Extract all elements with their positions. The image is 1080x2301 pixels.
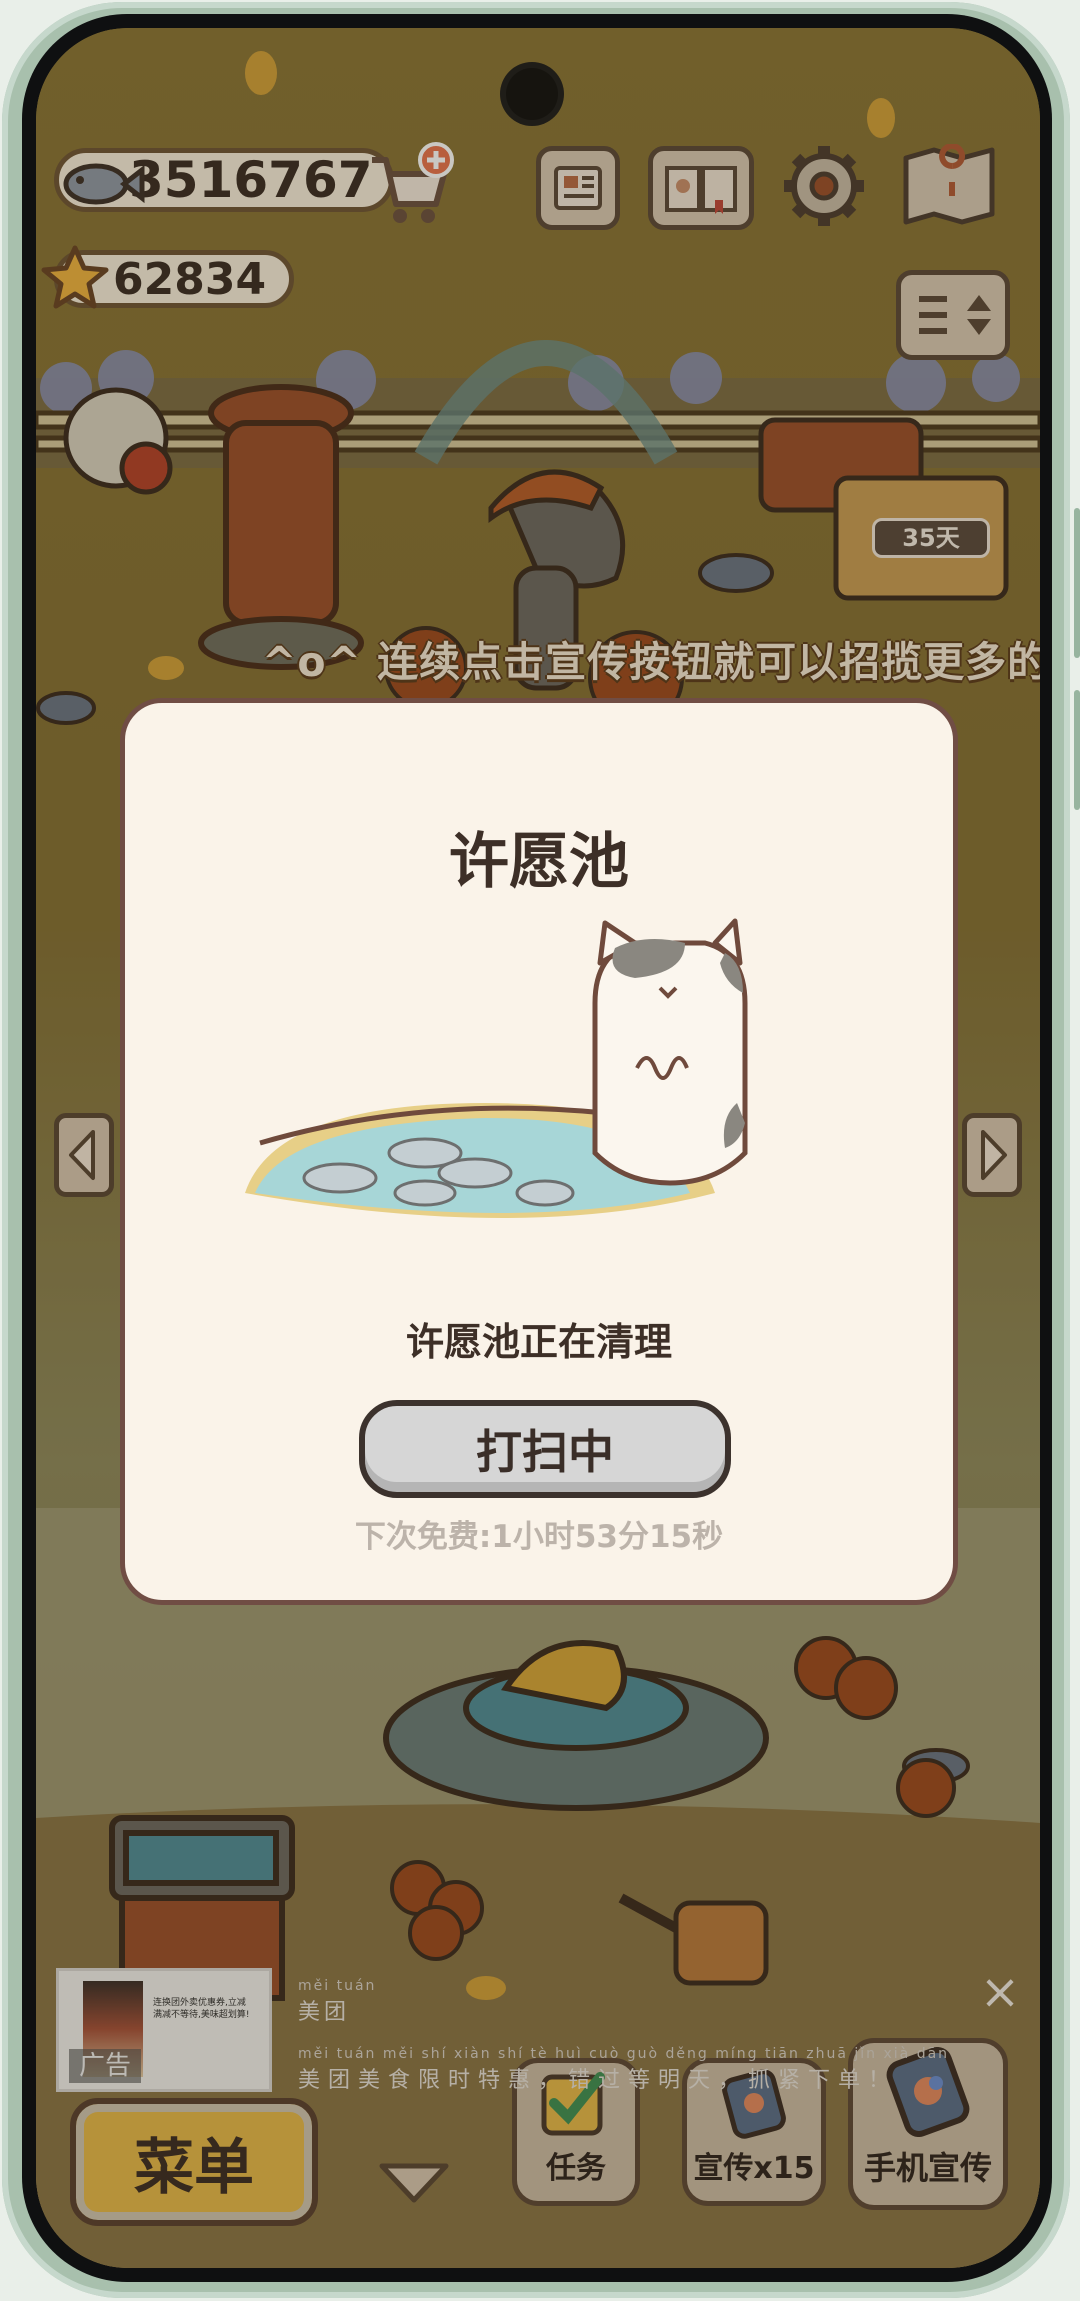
wishing-pool-dialog: 许愿池 许愿池正在清理 打扫中 下次免费:1小时53分15秒 bbox=[120, 698, 958, 1605]
dialog-status: 许愿池正在清理 bbox=[405, 1320, 672, 1364]
volume-button bbox=[1074, 508, 1080, 658]
cleaning-button-label: 打扫中 bbox=[476, 1425, 614, 1479]
free-timer: 下次免费:1小时53分15秒 bbox=[354, 1519, 724, 1555]
dialog-title: 许愿池 bbox=[449, 827, 629, 897]
power-button bbox=[1074, 690, 1080, 810]
cleaning-button[interactable]: 打扫中 bbox=[359, 1400, 731, 1498]
phone: 3516767 62834 35天 ^o^ 连续点击宣传按钮就可以招揽更多的顾 … bbox=[0, 0, 1080, 2301]
wishing-pool-illustration bbox=[245, 918, 748, 1218]
screen: 3516767 62834 35天 ^o^ 连续点击宣传按钮就可以招揽更多的顾 … bbox=[36, 28, 1040, 2268]
